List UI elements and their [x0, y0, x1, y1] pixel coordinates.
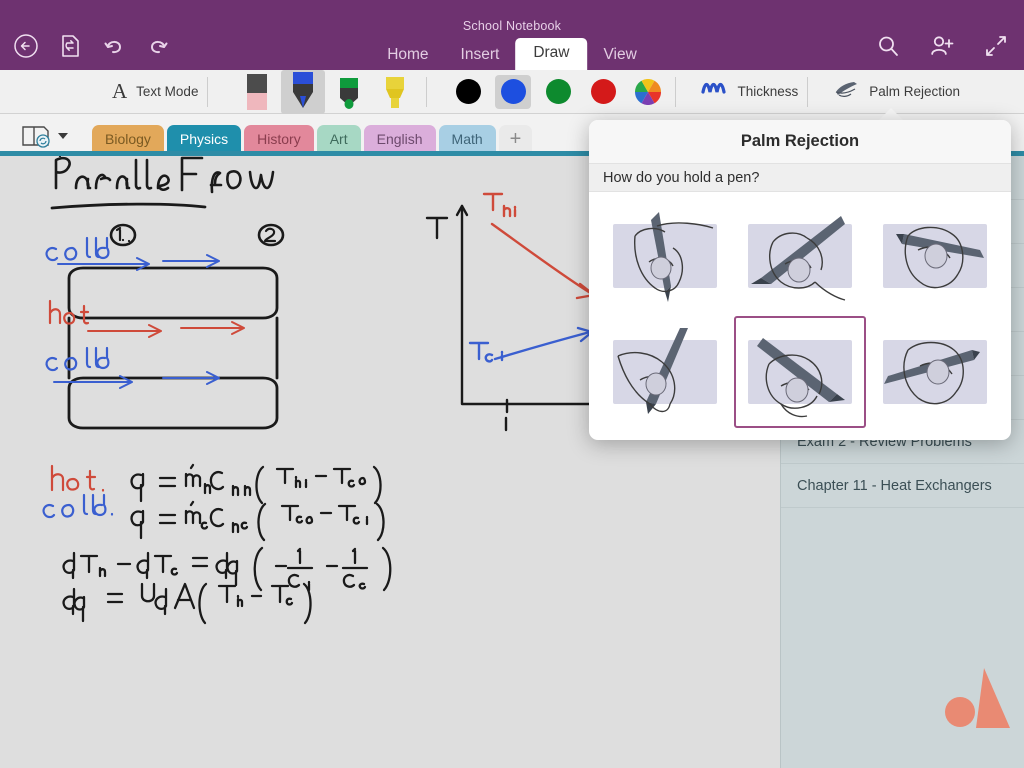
ribbon-tab-insert[interactable]: Insert	[445, 41, 516, 71]
palm-rejection-button[interactable]: Palm Rejection	[833, 79, 960, 104]
ribbon-divider-3	[675, 76, 677, 107]
ribbon-divider-2	[426, 76, 428, 107]
title-bar: School Notebook Home Insert Draw View	[0, 0, 1024, 70]
grip-option-2[interactable]	[734, 200, 865, 312]
grip-options-grid	[589, 192, 1011, 438]
section-tab-history[interactable]: History	[244, 125, 314, 153]
brand-watermark-icon	[945, 668, 1010, 728]
section-tab-physics[interactable]: Physics	[166, 125, 242, 153]
text-mode-label: Text Mode	[136, 84, 199, 99]
text-mode-button[interactable]: A Text Mode	[112, 79, 198, 104]
section-tabs: Biology Physics History Art English Math…	[92, 125, 533, 153]
thickness-label: Thickness	[737, 84, 799, 99]
title-bar-right-actions	[870, 28, 1014, 64]
ribbon-divider-4	[807, 76, 809, 107]
ribbon-tab-bar: Home Insert Draw View	[371, 36, 653, 70]
section-tab-art[interactable]: Art	[316, 125, 361, 153]
add-section-button[interactable]: +	[498, 125, 533, 153]
section-tab-math[interactable]: Math	[438, 125, 496, 153]
section-tab-biology[interactable]: Biology	[92, 125, 164, 153]
draw-ribbon: A Text Mode Thickness Palm Rejection	[0, 69, 1024, 114]
back-arrow-icon[interactable]	[8, 28, 44, 64]
wave-thickness-icon	[701, 80, 729, 103]
color-swatch-group	[450, 74, 666, 109]
blue-pen-tool[interactable]	[281, 69, 326, 114]
text-mode-icon: A	[112, 79, 128, 103]
grip-illustration	[756, 338, 845, 418]
grip-illustration	[750, 216, 846, 301]
section-tab-english[interactable]: English	[363, 125, 436, 153]
popup-question: How do you hold a pen?	[589, 164, 1011, 192]
grip-option-3[interactable]	[870, 200, 1001, 312]
eraser-tool[interactable]	[235, 70, 279, 114]
color-green[interactable]	[540, 75, 576, 109]
grip-illustration	[633, 212, 713, 302]
thickness-button[interactable]: Thickness	[701, 80, 798, 103]
pen-tool-group	[235, 69, 417, 114]
undo-icon[interactable]	[96, 28, 132, 64]
sync-page-icon[interactable]	[52, 28, 88, 64]
notebook-switch-icon[interactable]	[20, 123, 69, 149]
yellow-highlighter-tool[interactable]	[373, 70, 417, 114]
list-item[interactable]: Chapter 11 - Heat Exchangers	[781, 464, 1024, 508]
grip-option-5[interactable]	[734, 316, 866, 428]
add-person-icon[interactable]	[924, 28, 960, 64]
green-pen-tool[interactable]	[327, 70, 371, 114]
app-root: School Notebook Home Insert Draw View A …	[0, 0, 1024, 768]
grip-illustration	[884, 341, 981, 405]
popup-title: Palm Rejection	[589, 120, 1011, 164]
palm-rejection-popup: Palm Rejection How do you hold a pen?	[589, 120, 1011, 440]
hand-pen-icon	[833, 79, 861, 104]
grip-illustration	[616, 328, 688, 414]
ribbon-tab-view[interactable]: View	[587, 41, 652, 71]
grip-illustration	[896, 226, 985, 289]
ribbon-tab-draw[interactable]: Draw	[515, 37, 588, 70]
title-bar-left-actions	[8, 28, 176, 64]
grip-option-4[interactable]	[599, 316, 730, 428]
color-blue[interactable]	[495, 74, 532, 109]
grip-option-1[interactable]	[599, 200, 730, 312]
redo-icon[interactable]	[140, 28, 176, 64]
palm-rejection-label: Palm Rejection	[869, 84, 961, 99]
ribbon-tab-home[interactable]: Home	[371, 41, 444, 71]
color-black[interactable]	[450, 75, 486, 109]
ribbon-divider-1	[207, 76, 209, 107]
grip-option-6[interactable]	[870, 316, 1001, 428]
expand-icon[interactable]	[978, 28, 1014, 64]
color-wheel[interactable]	[630, 75, 666, 109]
search-icon[interactable]	[870, 28, 906, 64]
color-red[interactable]	[585, 75, 621, 109]
